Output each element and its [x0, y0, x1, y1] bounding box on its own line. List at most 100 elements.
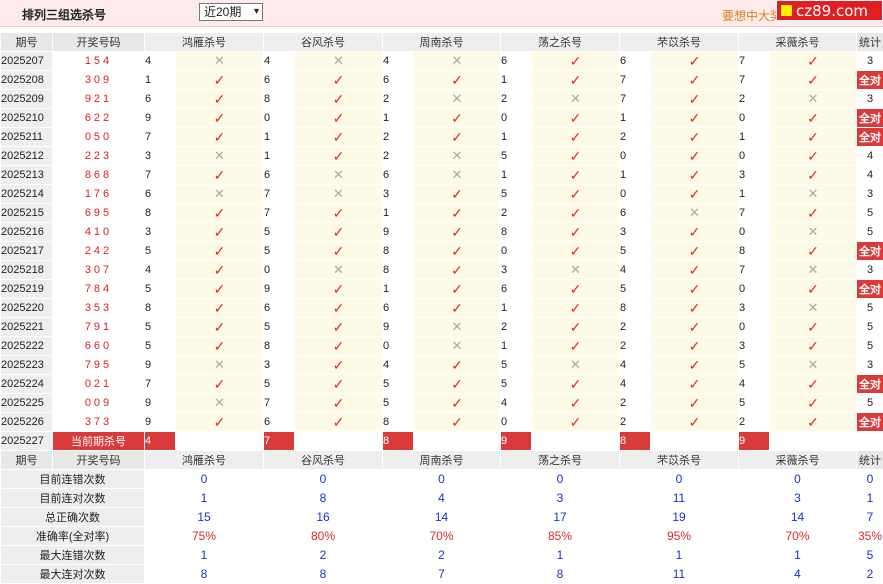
- check-mark-icon: ✓: [807, 110, 819, 126]
- kill-number: 6: [620, 52, 651, 71]
- stats-value: 3: [739, 489, 857, 508]
- check-mark-icon: ✓: [333, 224, 345, 240]
- stats-col-numbers: 开奖号码: [53, 451, 145, 470]
- kill-number: 0: [501, 413, 532, 432]
- stats-col-expert-2: 谷风杀号: [264, 451, 383, 470]
- result-cell: ✓: [651, 242, 739, 261]
- period-cell: 2025222: [1, 337, 53, 356]
- kill-number: 0: [739, 223, 770, 242]
- kill-number: 5: [383, 375, 414, 394]
- check-mark-icon: ✓: [570, 395, 582, 411]
- cross-mark-icon: ✕: [452, 91, 463, 106]
- period-cell: 2025223: [1, 356, 53, 375]
- draw-numbers: 660: [53, 337, 145, 356]
- stat-cell: 5: [857, 299, 883, 318]
- result-cell: ✓: [295, 223, 383, 242]
- table-row: 20252226605✓8✓0✕1✓2✓3✓5: [1, 337, 883, 356]
- site-logo[interactable]: cz89.com: [776, 0, 883, 21]
- stat-cell: 3: [857, 90, 883, 109]
- result-cell: ✓: [176, 90, 264, 109]
- result-cell: ✓: [770, 109, 857, 128]
- check-mark-icon: ✓: [451, 357, 463, 373]
- stat-cell: 5: [857, 337, 883, 356]
- result-cell: ✓: [176, 242, 264, 261]
- kill-number: 9: [145, 413, 176, 432]
- result-cell: ✕: [770, 223, 857, 242]
- kill-number: 5: [264, 242, 295, 261]
- result-cell: ✓: [651, 185, 739, 204]
- current-period-row: 2025227 当前期杀号 4 7 8 9 8 9: [1, 432, 883, 451]
- table-row: 20252122233✕1✓2✕5✓0✓0✓4: [1, 147, 883, 166]
- kill-number: 3: [739, 166, 770, 185]
- kill-number: 9: [145, 109, 176, 128]
- stats-row: 最大连错次数1221115: [1, 546, 883, 565]
- check-mark-icon: ✓: [570, 281, 582, 297]
- stats-value: 8: [145, 565, 264, 584]
- current-period: 2025227: [1, 432, 53, 451]
- period-range-select[interactable]: 近20期 ▾: [199, 3, 263, 21]
- result-cell: ✓: [414, 223, 501, 242]
- check-mark-icon: ✓: [689, 357, 701, 373]
- result-cell: ✓: [295, 242, 383, 261]
- stats-col-period: 期号: [1, 451, 53, 470]
- cross-mark-icon: ✕: [452, 338, 463, 353]
- table-row: 20252217915✓5✓9✕2✓2✓0✓5: [1, 318, 883, 337]
- kill-number: 9: [145, 356, 176, 375]
- result-cell: ✕: [414, 90, 501, 109]
- cross-mark-icon: ✕: [214, 186, 225, 201]
- result-cell: ✓: [295, 356, 383, 375]
- result-cell: ✓: [532, 71, 620, 90]
- result-cell: ✓: [414, 128, 501, 147]
- check-mark-icon: ✓: [689, 414, 701, 430]
- table-header-row: 期号 开奖号码 鸿雁杀号 谷风杀号 周南杀号 荡之杀号 芣苡杀号 采薇杀号 统计: [1, 33, 883, 52]
- check-mark-icon: ✓: [807, 281, 819, 297]
- result-cell: ✓: [414, 261, 501, 280]
- period-cell: 2025214: [1, 185, 53, 204]
- stats-value: 16: [264, 508, 383, 527]
- stats-total: 0: [857, 470, 883, 489]
- period-cell: 2025215: [1, 204, 53, 223]
- result-cell: ✓: [532, 147, 620, 166]
- current-kill-1: 4: [145, 432, 176, 451]
- stats-value: 70%: [739, 527, 857, 546]
- kill-number: 0: [264, 109, 295, 128]
- check-mark-icon: ✓: [689, 376, 701, 392]
- stat-cell: 5: [857, 318, 883, 337]
- promo-text[interactable]: 要想中大奖: [722, 7, 782, 24]
- check-mark-icon: ✓: [807, 148, 819, 164]
- result-cell: ✓: [770, 242, 857, 261]
- kill-number: 6: [383, 166, 414, 185]
- cross-mark-icon: ✕: [808, 224, 819, 239]
- check-mark-icon: ✓: [807, 72, 819, 88]
- kill-number-table: 期号 开奖号码 鸿雁杀号 谷风杀号 周南杀号 荡之杀号 芣苡杀号 采薇杀号 统计…: [0, 32, 883, 584]
- result-cell: ✓: [532, 204, 620, 223]
- check-mark-icon: ✓: [333, 110, 345, 126]
- kill-number: 1: [264, 128, 295, 147]
- kill-number: 4: [620, 261, 651, 280]
- result-cell: ✓: [414, 109, 501, 128]
- kill-number: 0: [620, 147, 651, 166]
- stat-cell: 3: [857, 261, 883, 280]
- period-cell: 2025207: [1, 52, 53, 71]
- check-mark-icon: ✓: [570, 243, 582, 259]
- kill-number: 1: [501, 71, 532, 90]
- kill-number: 2: [739, 90, 770, 109]
- kill-number: 5: [739, 356, 770, 375]
- check-mark-icon: ✓: [214, 262, 226, 278]
- result-cell: ✓: [295, 204, 383, 223]
- result-cell: ✓: [651, 318, 739, 337]
- kill-number: 6: [264, 71, 295, 90]
- result-cell: ✓: [295, 413, 383, 432]
- result-cell: ✕: [770, 299, 857, 318]
- result-cell: ✓: [176, 223, 264, 242]
- check-mark-icon: ✓: [689, 281, 701, 297]
- check-mark-icon: ✓: [214, 224, 226, 240]
- period-cell: 2025217: [1, 242, 53, 261]
- check-mark-icon: ✓: [689, 129, 701, 145]
- cross-mark-icon: ✕: [689, 205, 700, 220]
- check-mark-icon: ✓: [214, 319, 226, 335]
- result-cell: ✓: [414, 413, 501, 432]
- stats-col-expert-3: 周南杀号: [383, 451, 501, 470]
- stats-value: 0: [264, 470, 383, 489]
- result-cell: ✓: [414, 299, 501, 318]
